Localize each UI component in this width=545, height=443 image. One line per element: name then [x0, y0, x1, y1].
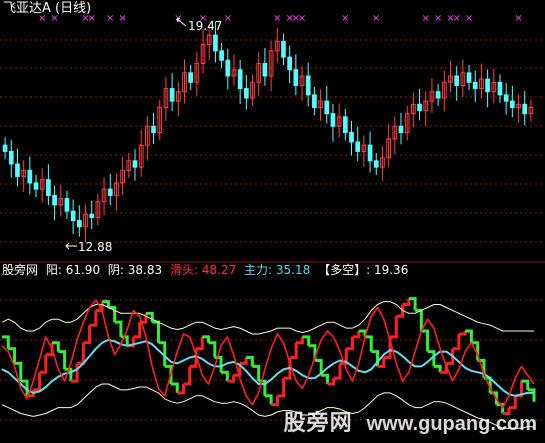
candle-body-82: [509, 100, 515, 108]
candle-body-0: [2, 144, 8, 152]
candle-body-46: [287, 56, 293, 71]
candle-body-30: [188, 72, 194, 83]
indicator-name: 股旁网: [2, 263, 39, 277]
signal-markers: × × ×× × × × × × × ××× × × × × ×× × ×: [38, 13, 523, 24]
candle-body-1: [8, 150, 14, 165]
candle-body-59: [367, 144, 373, 162]
candle-body-2: [15, 163, 20, 178]
legend-yin-key: 阴:: [107, 263, 124, 277]
legend-yang: 阳: 61.90: [46, 263, 100, 277]
candle-body-35: [219, 50, 224, 61]
candle-body-8: [52, 194, 57, 206]
candle-body-5: [33, 182, 39, 190]
candle-body-17: [107, 188, 113, 196]
legend-yin: 阴: 38.83: [108, 263, 162, 277]
indicator-legend: 股旁网 阳: 61.90 阴: 38.83 滑头: 48.27 主力: 35.1…: [2, 263, 408, 277]
signal-marker-4: ×: [106, 13, 114, 24]
candle-body-84: [522, 103, 528, 115]
candle-body-55: [342, 116, 348, 134]
candle-body-76: [472, 81, 478, 90]
candle-body-53: [330, 113, 336, 127]
candle-body-50: [312, 94, 317, 108]
candle-body-12: [76, 220, 82, 228]
candle-body-70: [435, 91, 441, 99]
signal-marker-5: ×: [118, 13, 126, 24]
legend-yang-value: 61.90: [65, 263, 101, 277]
legend-zhuli-key: 主力:: [244, 263, 273, 277]
high-price-label: 19.47: [188, 19, 223, 33]
signal-marker-14: ×: [372, 13, 380, 24]
signal-marker-9: ×: [273, 13, 281, 24]
signal-marker-19: ×: [465, 13, 473, 24]
signal-marker-12: ×: [298, 13, 306, 24]
candle-body-36: [225, 59, 231, 77]
candle-body-4: [27, 169, 33, 184]
legend-duokong-value: 19.36: [373, 263, 409, 277]
candle-body-80: [497, 81, 503, 96]
candle-body-11: [70, 210, 76, 222]
watermark-cn: 股旁网: [283, 410, 353, 435]
candle-body-78: [485, 78, 490, 93]
chart-title: 飞亚达A (日线): [3, 1, 92, 16]
candle-body-81: [503, 94, 509, 102]
candle-body-56: [349, 132, 354, 143]
watermark-url: www.gupang.com: [366, 413, 537, 435]
candle-body-21: [132, 160, 138, 168]
candle-body-10: [64, 198, 70, 212]
legend-huatou: 滑头: 48.27: [170, 263, 236, 277]
candle-body-47: [293, 69, 299, 86]
signal-marker-15: ×: [422, 13, 430, 24]
signal-marker-20: ×: [514, 13, 522, 24]
candle-body-45: [281, 40, 286, 58]
legend-zhuli-value: 35.18: [275, 263, 311, 277]
candle-body-14: [89, 213, 95, 218]
signal-marker-16: ×: [434, 13, 442, 24]
legend-yang-key: 阳:: [45, 263, 62, 277]
low-price-label: 12.88: [78, 240, 113, 254]
signal-marker-18: ×: [452, 13, 460, 24]
legend-huatou-key: 滑头:: [169, 263, 199, 277]
legend-huatou-value: 48.27: [201, 263, 237, 277]
candle-body-75: [466, 72, 472, 83]
watermark: 股旁网 www.gupang.com: [284, 405, 537, 437]
candle-body-52: [324, 100, 330, 115]
candle-body-7: [46, 179, 51, 196]
candle-body-34: [213, 34, 218, 52]
candle-body-38: [237, 69, 243, 90]
candle-body-27: [169, 88, 175, 102]
candle-body-24: [151, 125, 156, 134]
candle-body-57: [355, 141, 361, 152]
signal-marker-8: ×: [224, 13, 232, 24]
legend-duokong-key: 【多空】:: [318, 263, 371, 277]
candle-body-39: [243, 88, 249, 99]
legend-zhuli: 主力: 35.18: [244, 263, 310, 277]
candle-body-67: [417, 103, 422, 112]
candle-body-60: [373, 160, 379, 168]
legend-yin-value: 38.83: [127, 263, 163, 277]
stock-chart: × × ×× × × × × × × ××× × × × × ×× × ×: [0, 0, 545, 443]
signal-marker-13: ×: [341, 13, 349, 24]
candle-body-42: [262, 62, 268, 77]
candle-body-73: [454, 75, 460, 86]
candle-body-49: [305, 75, 311, 96]
legend-duokong: 【多空】: 19.36: [318, 263, 408, 277]
candle-body-64: [398, 125, 404, 134]
